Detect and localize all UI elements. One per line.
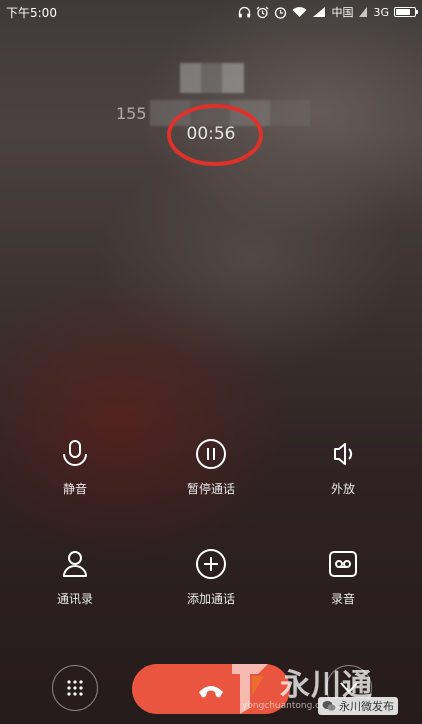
carrier-label: 中国 — [331, 6, 354, 19]
battery-icon — [394, 7, 418, 17]
caller-name-blurred — [180, 63, 244, 93]
speaker-icon — [334, 443, 353, 465]
chevron-down-icon — [340, 682, 358, 694]
alarm-icon — [257, 6, 269, 18]
annotation-circle — [167, 104, 263, 166]
battery-level — [396, 9, 411, 15]
dialpad-button[interactable] — [52, 665, 98, 711]
speaker-label: 外放 — [330, 482, 355, 496]
record-label: 录音 — [330, 592, 355, 606]
status-bar: 下午5:00 中国 3G — [0, 0, 422, 24]
plus-icon — [196, 549, 226, 579]
mute-button[interactable]: 静音 — [20, 438, 130, 497]
record-button[interactable]: 录音 — [288, 548, 398, 607]
headphones-icon — [239, 6, 251, 18]
dialpad-icon — [67, 680, 83, 696]
hold-button[interactable]: 暂停通话 — [156, 438, 266, 497]
pause-icon — [196, 439, 226, 469]
add-call-label: 添加通话 — [186, 592, 235, 606]
contact-icon — [63, 551, 87, 577]
status-icons: 中国 3G — [238, 3, 418, 21]
clock-icon — [275, 6, 287, 19]
contacts-label: 通讯录 — [56, 592, 93, 606]
caller-number: 155 — [116, 104, 147, 123]
watermark-wechat: 永川微发布 — [318, 697, 398, 715]
record-icon — [329, 551, 357, 577]
hangup-icon — [199, 686, 223, 698]
network-type: 3G — [373, 5, 389, 19]
wifi-icon — [292, 7, 307, 17]
signal-icon — [313, 7, 326, 17]
add-call-button[interactable]: 添加通话 — [156, 548, 266, 607]
microphone-icon — [63, 440, 87, 466]
hold-label: 暂停通话 — [186, 482, 235, 496]
contacts-button[interactable]: 通讯录 — [20, 548, 130, 607]
speaker-button[interactable]: 外放 — [288, 438, 398, 497]
wechat-account: 永川微发布 — [339, 700, 394, 713]
mute-label: 静音 — [62, 482, 87, 496]
wechat-icon — [322, 701, 336, 711]
status-time: 下午5:00 — [6, 6, 57, 20]
signal-icon — [359, 7, 368, 17]
